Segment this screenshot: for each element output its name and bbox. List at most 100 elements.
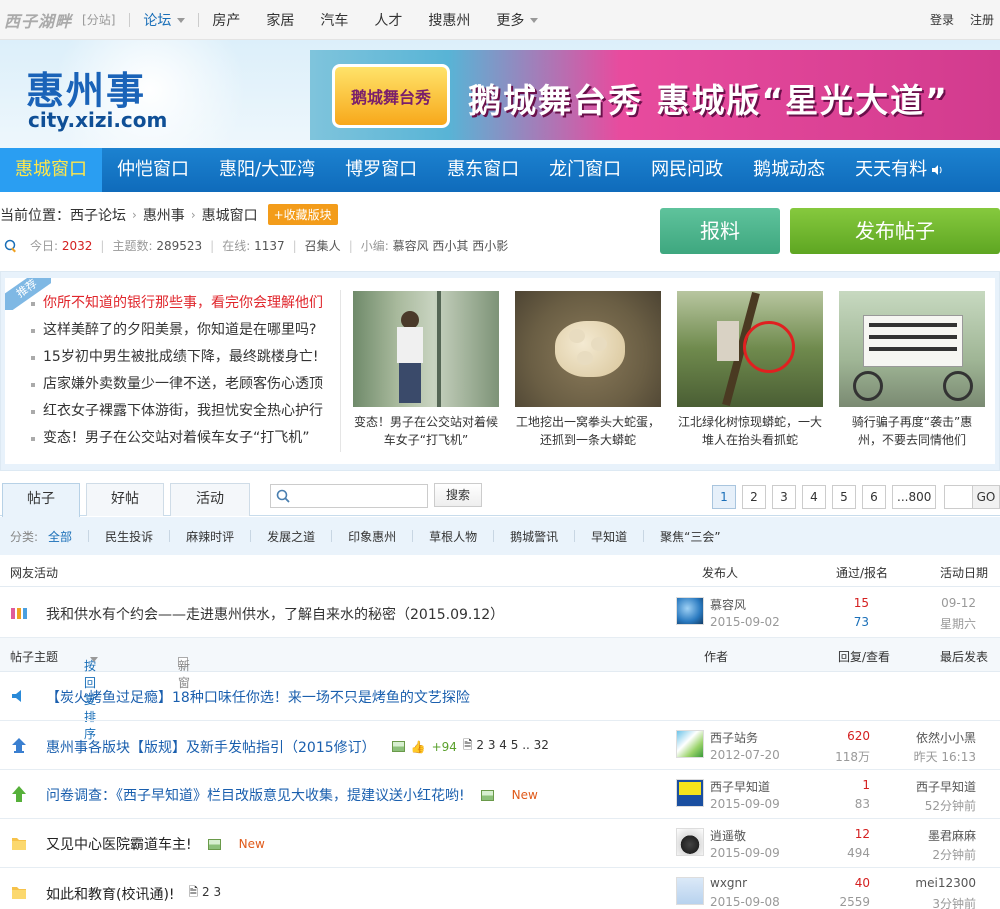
last-poster[interactable]: 依然小小黑 xyxy=(916,729,976,746)
headline-item[interactable]: 这样美醉了的夕阳美景，你知道是在哪里吗? xyxy=(19,317,340,344)
photo-card[interactable]: 骑行骗子再度“袭击”惠 州，不要去同情他们 xyxy=(839,291,985,449)
table-row[interactable]: 又见中心医院霸道车主! New 逍遥敬 2015-09-09 12 494 墨君… xyxy=(0,819,1000,868)
folder-icon xyxy=(12,887,26,899)
last-poster[interactable]: 墨君麻麻 xyxy=(928,827,976,844)
post-author[interactable]: wxgnr xyxy=(710,876,747,890)
post-author[interactable]: 西子早知道 xyxy=(710,778,770,795)
avatar[interactable] xyxy=(676,779,704,807)
avatar[interactable] xyxy=(676,597,704,625)
category-complaint[interactable]: 民生投诉 xyxy=(95,528,163,545)
post-title[interactable]: 如此和教育(校讯通)! xyxy=(46,884,175,904)
recruit-link[interactable]: 召集人 xyxy=(305,237,341,254)
headline-item[interactable]: 15岁初中男生被批成绩下降，最终跳楼身亡! xyxy=(19,344,340,371)
register-link[interactable]: 注册 xyxy=(970,11,994,28)
category-grassroots[interactable]: 草根人物 xyxy=(419,528,487,545)
table-row[interactable]: 如此和教育(校讯通)! 🗎 2 3 wxgnr 2015-09-08 40 25… xyxy=(0,868,1000,909)
activity-row[interactable]: 我和供水有个约会——走进惠州供水，了解自来水的秘密（2015.09.12） 慕容… xyxy=(0,588,1000,638)
headline-item[interactable]: 你所不知道的银行那些事，看完你会理解他们 xyxy=(19,290,340,317)
activity-author[interactable]: 慕容风 xyxy=(710,596,746,613)
table-row[interactable]: 惠州事各版块【版规】及新手发帖指引（2015修订） 👍 +94 🗎 2 3 4 5… xyxy=(0,721,1000,770)
post-title[interactable]: 【炭火烤鱼过足瘾】18种口味任你选！来一场不只是烤鱼的文艺探险 xyxy=(46,687,470,707)
search-input[interactable] xyxy=(270,484,428,508)
page-6[interactable]: 6 xyxy=(862,485,886,509)
table-row[interactable]: 问卷调查：《西子早知道》栏目改版意见大收集，提建议送小红花哟! New 西子早知… xyxy=(0,770,1000,819)
category-impression[interactable]: 印象惠州 xyxy=(338,528,406,545)
post-title[interactable]: 问卷调查：《西子早知道》栏目改版意见大收集，提建议送小红花哟! xyxy=(46,785,465,805)
photo-tree-snake[interactable] xyxy=(677,291,823,407)
crumb-huizhou[interactable]: 惠州事 xyxy=(143,205,185,225)
avatar[interactable] xyxy=(676,877,704,905)
category-zaozhidao[interactable]: 早知道 xyxy=(581,528,637,545)
last-poster[interactable]: mei12300 xyxy=(915,876,976,890)
photo-bus-stop[interactable] xyxy=(353,291,499,407)
nav-zhongkai[interactable]: 仲恺窗口 xyxy=(102,148,204,192)
topnav-auto[interactable]: 汽车 xyxy=(307,10,361,30)
category-commentary[interactable]: 麻辣时评 xyxy=(176,528,244,545)
table-row[interactable]: 【炭火烤鱼过足瘾】18种口味任你选！来一场不只是烤鱼的文艺探险 xyxy=(0,672,1000,721)
nav-echeng[interactable]: 鹅城动态 xyxy=(738,148,840,192)
avatar[interactable] xyxy=(676,730,704,758)
headline-item[interactable]: 变态！男子在公交站对着候车女子“打飞机” xyxy=(19,425,340,452)
page-go-button[interactable]: GO xyxy=(972,485,1000,509)
nav-huidong[interactable]: 惠东窗口 xyxy=(432,148,534,192)
chevron-right-icon: › xyxy=(132,207,137,222)
post-author[interactable]: 西子站务 xyxy=(710,729,758,746)
crumb-forum[interactable]: 西子论坛 xyxy=(70,205,126,225)
page-1[interactable]: 1 xyxy=(712,485,736,509)
topnav-more[interactable]: 更多 xyxy=(483,10,551,30)
ad-banner[interactable]: 鹅城舞台秀 鹅城舞台秀 惠城版“星光大道” xyxy=(310,50,1000,140)
topnav-house[interactable]: 房产 xyxy=(199,10,253,30)
report-button[interactable]: 报料 xyxy=(660,208,780,254)
page-4[interactable]: 4 xyxy=(802,485,826,509)
page-jump-input[interactable] xyxy=(944,485,974,509)
page-links[interactable]: 🗎 2 3 xyxy=(189,883,222,904)
last-poster[interactable]: 西子早知道 xyxy=(916,778,976,795)
headline-item[interactable]: 红衣女子裸露下体游街，我担忧安全热心护行 xyxy=(19,398,340,425)
photo-card[interactable]: 工地挖出一窝拳头大蛇蛋， 还抓到一条大蟒蛇 xyxy=(515,291,661,449)
site-title[interactable]: 惠州事 xyxy=(26,60,146,115)
nav-huicheng[interactable]: 惠城窗口 xyxy=(0,148,102,192)
photo-card[interactable]: 变态！男子在公交站对着候 车女子“打飞机” xyxy=(353,291,499,449)
nav-huiyang[interactable]: 惠阳/大亚湾 xyxy=(204,148,330,192)
post-author[interactable]: 逍遥敬 xyxy=(710,827,746,844)
chevron-right-icon: › xyxy=(190,207,196,222)
page-last[interactable]: ...800 xyxy=(892,485,937,509)
nav-boluo[interactable]: 博罗窗口 xyxy=(330,148,432,192)
login-link[interactable]: 登录 xyxy=(930,11,954,28)
nav-longmen[interactable]: 龙门窗口 xyxy=(534,148,636,192)
topnav-home[interactable]: 家居 xyxy=(253,10,307,30)
crumb-huicheng[interactable]: 惠城窗口 xyxy=(202,205,258,225)
tab-activities[interactable]: 活动 xyxy=(170,483,250,516)
tab-posts[interactable]: 帖子 xyxy=(2,483,80,517)
page-5[interactable]: 5 xyxy=(832,485,856,509)
headline-item[interactable]: 店家嫌外卖数量少一律不送，老顾客伤心透顶 xyxy=(19,371,340,398)
fenzhan-link[interactable]: [分站] xyxy=(82,11,115,28)
tab-good-posts[interactable]: 好帖 xyxy=(86,483,164,516)
pages-icon: 🗎 xyxy=(188,885,199,899)
page-links[interactable]: 🗎 2 3 4 5 .. 32 xyxy=(463,736,549,757)
page-2[interactable]: 2 xyxy=(742,485,766,509)
category-police[interactable]: 鹅城警讯 xyxy=(500,528,568,545)
category-development[interactable]: 发展之道 xyxy=(257,528,325,545)
topnav-forum[interactable]: 论坛 xyxy=(130,10,198,30)
category-sanhui[interactable]: 聚焦“三会” xyxy=(650,528,730,545)
activity-table-header: 网友活动 发布人 通过/报名 活动日期 xyxy=(0,555,1000,587)
search-button[interactable]: 搜索 xyxy=(434,483,482,507)
post-title[interactable]: 惠州事各版块【版规】及新手发帖指引（2015修订） xyxy=(46,737,376,757)
avatar[interactable] xyxy=(676,828,704,856)
photo-card[interactable]: 江北绿化树惊现蟒蛇，一大 堆人在抬头看抓蛇 xyxy=(677,291,823,449)
xizi-logo[interactable]: 西子湖畔 xyxy=(4,8,72,32)
page-3[interactable]: 3 xyxy=(772,485,796,509)
activity-title[interactable]: 我和供水有个约会——走进惠州供水，了解自来水的秘密（2015.09.12） xyxy=(46,604,504,624)
photo-snake-eggs[interactable] xyxy=(515,291,661,407)
topnav-search-huizhou[interactable]: 搜惠州 xyxy=(415,10,483,30)
editor-list[interactable]: 慕容风 西小其 西小影 xyxy=(393,237,509,254)
post-title[interactable]: 又见中心医院霸道车主! xyxy=(46,834,192,854)
topnav-jobs[interactable]: 人才 xyxy=(361,10,415,30)
photo-cyclists[interactable] xyxy=(839,291,985,407)
nav-tiantian[interactable]: 天天有料 xyxy=(840,148,958,192)
favorite-board-button[interactable]: +收藏版块 xyxy=(267,204,338,225)
new-post-button[interactable]: 发布帖子 xyxy=(790,208,1000,254)
category-all[interactable]: 全部 xyxy=(38,528,82,545)
nav-wenzheng[interactable]: 网民问政 xyxy=(636,148,738,192)
